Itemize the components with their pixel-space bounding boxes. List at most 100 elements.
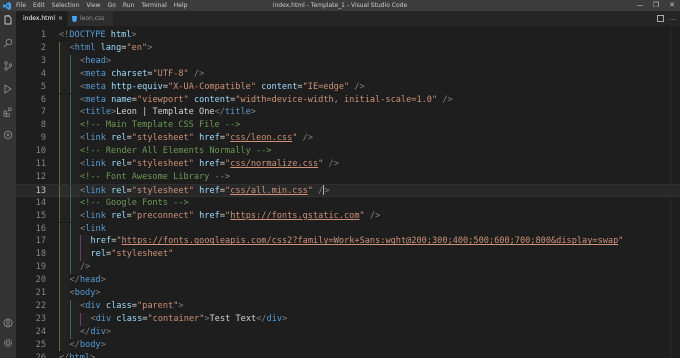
code-text: <!-- Main Template CSS File --> (80, 120, 241, 131)
extensions-icon[interactable] (2, 106, 14, 118)
code-line[interactable]: 15 <link rel="preconnect" href="https://f… (16, 209, 680, 223)
minimize-button[interactable]: — (632, 0, 648, 11)
code-text: <!DOCTYPE html> (59, 30, 137, 40)
code-line[interactable]: 8 <!-- Main Template CSS File --> (16, 119, 680, 133)
indent-guide (59, 106, 69, 120)
code-text: <!-- Google Fonts --> (80, 197, 189, 208)
code-line[interactable]: 5 <meta http-equiv="X-UA-Compatible" cont… (16, 80, 680, 94)
indent-guide (59, 312, 69, 326)
indent-guide (80, 248, 90, 262)
code-line[interactable]: 16 <link (16, 222, 680, 236)
indent-guide (69, 312, 80, 326)
code-line[interactable]: 9 <link rel="stylesheet" href="css/leon.c… (16, 132, 680, 146)
indent-guide (69, 106, 80, 120)
code-text: <div class="parent"> (80, 300, 184, 311)
indent-guide (59, 41, 69, 55)
files-icon[interactable] (2, 14, 14, 26)
indent-guide (59, 132, 69, 146)
indent-guide (69, 248, 80, 262)
line-number: 6 (40, 94, 46, 105)
indent-guide (59, 54, 69, 68)
code-line[interactable]: 26 </html> (16, 352, 680, 358)
menu-selection[interactable]: Selection (52, 0, 80, 11)
code-line[interactable]: 6 <meta name="viewport" content="width=de… (16, 93, 680, 107)
code-line[interactable]: 21 <body> (16, 287, 680, 300)
line-number: 12 (35, 171, 46, 182)
tab-label: index.html (23, 15, 55, 22)
code-line[interactable]: 20 </head> (16, 274, 680, 287)
line-number: 8 (40, 120, 46, 131)
indent-guide (69, 80, 80, 94)
remote-icon[interactable] (2, 129, 14, 141)
indent-guide (59, 325, 69, 339)
menu-edit[interactable]: Edit (33, 0, 45, 11)
line-number: 9 (40, 133, 46, 144)
line-number: 3 (40, 55, 46, 66)
close-window-button[interactable]: ✕ (664, 0, 680, 11)
indent-guide (69, 145, 80, 158)
code-line[interactable]: 7 <title>Leon | Template One</title> (16, 106, 680, 120)
indent-guide (59, 80, 69, 94)
more-actions-icon[interactable]: … (669, 15, 676, 22)
split-editor-icon[interactable] (657, 15, 664, 22)
indent-guide (80, 312, 90, 326)
tab-label: leon.css (80, 15, 105, 22)
line-number: 7 (40, 107, 46, 118)
code-line[interactable]: 19 /> (16, 261, 680, 275)
indent-guide (59, 222, 69, 236)
code-line[interactable]: 24 </div> (16, 325, 680, 339)
code-line[interactable]: 18 rel="stylesheet" (16, 248, 680, 262)
code-line[interactable]: 10 <!-- Render All Elements Normally --> (16, 145, 680, 158)
code-line[interactable]: 2 <html lang="en"> (16, 41, 680, 55)
code-text: <!-- Font Awesome Library --> (80, 171, 231, 182)
code-line[interactable]: 13 <link rel="stylesheet" href="css/all.m… (16, 183, 680, 198)
line-number: 20 (35, 275, 46, 286)
line-number: 1 (40, 30, 46, 40)
code-text: /> (80, 262, 91, 273)
maximize-button[interactable]: ❐ (648, 0, 664, 11)
indent-guide (69, 67, 80, 81)
indent-guide (59, 67, 69, 81)
line-number: 24 (35, 326, 46, 337)
indent-guide (59, 248, 69, 262)
tab-leon-css[interactable]: leon.css (68, 11, 114, 26)
tab-index-html[interactable]: index.html × (16, 11, 68, 26)
line-number: 21 (35, 288, 46, 298)
code-line[interactable]: 14 <!-- Google Fonts --> (16, 196, 680, 210)
menu-view[interactable]: View (86, 0, 100, 11)
code-line[interactable]: 25 </body> (16, 338, 680, 352)
line-number: 10 (35, 146, 46, 157)
line-number: 14 (35, 197, 46, 208)
menu-run[interactable]: Run (123, 0, 135, 11)
indent-guide (69, 54, 80, 68)
settings-gear-icon[interactable] (2, 337, 14, 349)
indent-guide (69, 325, 80, 339)
menu-terminal[interactable]: Terminal (141, 0, 166, 11)
indent-guide (69, 209, 80, 223)
source-control-icon[interactable] (2, 60, 14, 72)
code-line[interactable]: 23 <div class="container">Test Text</div> (16, 312, 680, 326)
code-line[interactable]: 4 <meta charset="UTF-8" /> (16, 67, 680, 81)
account-icon[interactable] (2, 317, 14, 329)
search-icon[interactable] (2, 37, 14, 49)
code-line[interactable]: 22 <div class="parent"> (16, 299, 680, 313)
line-number: 2 (40, 42, 46, 53)
code-text: href="https://fonts.googleapis.com/css2?… (90, 236, 624, 247)
code-line[interactable]: 11 <link rel="stylesheet" href="css/norma… (16, 158, 680, 171)
line-number: 5 (40, 81, 46, 92)
code-line[interactable]: 12 <!-- Font Awesome Library --> (16, 170, 680, 184)
code-line[interactable]: 17 href="https://fonts.googleapis.com/css… (16, 235, 680, 249)
indent-guide (59, 93, 69, 107)
code-line[interactable]: 3 <head> (16, 54, 680, 68)
run-debug-icon[interactable] (2, 83, 14, 95)
indent-guide (59, 235, 69, 249)
code-text: <body> (69, 288, 101, 298)
code-editor[interactable]: 1 <!DOCTYPE html> 2 <html lang="en"> 3 <head>… (16, 26, 680, 358)
close-icon[interactable]: × (58, 15, 63, 22)
menu-help[interactable]: Help (174, 0, 188, 11)
code-line[interactable]: 1 <!DOCTYPE html> (16, 29, 680, 42)
code-text: <!-- Render All Elements Normally --> (80, 146, 272, 157)
indent-guide (59, 299, 69, 313)
menu-file[interactable]: File (16, 0, 26, 11)
menu-go[interactable]: Go (108, 0, 116, 11)
